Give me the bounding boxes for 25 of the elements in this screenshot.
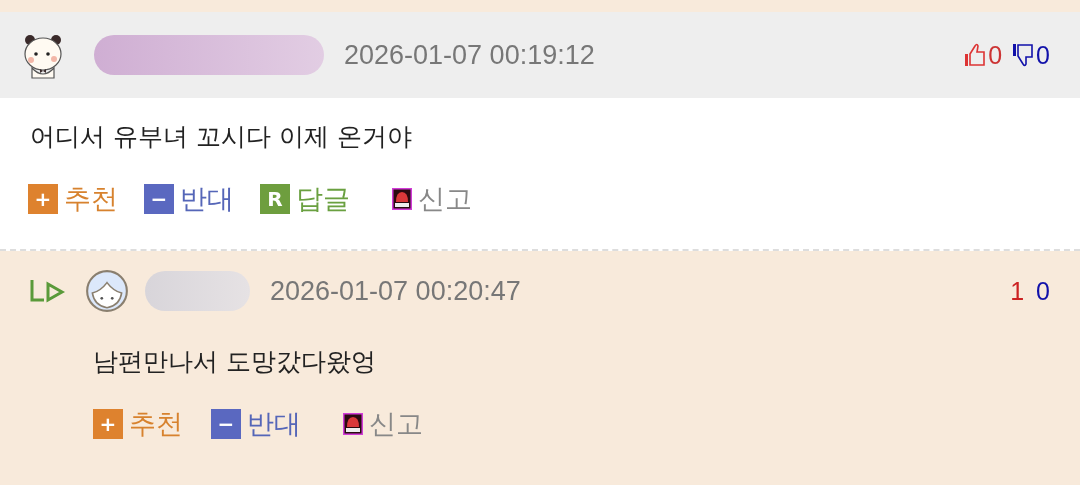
recommend-button[interactable]: + 추천: [28, 181, 118, 217]
down-count: 0: [1036, 276, 1050, 306]
comment-time: 2026-01-07 00:20:47: [270, 275, 521, 307]
oppose-button[interactable]: − 반대: [211, 406, 301, 442]
thumbs-up-icon: [964, 42, 987, 68]
siren-icon: [392, 188, 412, 210]
reply-button[interactable]: R 답글: [260, 181, 350, 217]
siren-icon: [343, 413, 363, 435]
minus-icon: −: [211, 409, 241, 439]
thumbs-down-icon: [1012, 42, 1035, 68]
avatar: [84, 268, 130, 314]
minus-icon: −: [144, 184, 174, 214]
up-count: 0: [988, 40, 1003, 70]
down-count: 0: [1036, 40, 1050, 70]
oppose-button[interactable]: − 반대: [144, 181, 234, 217]
plus-icon: +: [93, 409, 123, 439]
comment-text: 어디서 유부녀 꼬시다 이제 온거야: [29, 121, 413, 153]
comment-text: 남편만나서 도망갔다왔엉: [92, 346, 377, 378]
comment-time: 2026-01-07 00:19:12: [344, 39, 595, 71]
report-button[interactable]: 신고: [392, 181, 472, 217]
up-count: 1: [1010, 276, 1025, 306]
recommend-button[interactable]: + 추천: [93, 406, 183, 442]
plus-icon: +: [28, 184, 58, 214]
report-button[interactable]: 신고: [343, 406, 423, 442]
r-icon: R: [260, 184, 290, 214]
